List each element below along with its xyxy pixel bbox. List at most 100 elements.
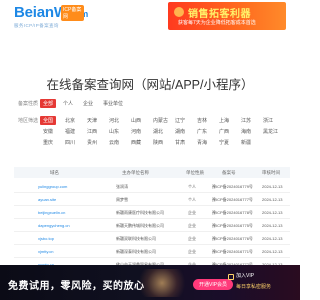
region-filter-label: 地区筛选 bbox=[18, 118, 39, 124]
region-chip[interactable]: 陕西 bbox=[150, 138, 166, 147]
row-type: 个人 bbox=[188, 197, 196, 202]
region-chip[interactable]: 云南 bbox=[106, 138, 122, 147]
table-row[interactable]: xjmtty.cn 新疆深泰科技有限公司 企业 豫ICP备2024016771号 202… bbox=[14, 245, 290, 258]
logo-subtitle: 服务ICP/IP备案查询 bbox=[14, 23, 59, 28]
region-chip[interactable]: 福建 bbox=[62, 127, 78, 136]
table-row[interactable]: beijingxuelin.cn 新疆雨康医疗科技有限公司 企业 豫ICP备20240… bbox=[14, 206, 290, 219]
type-chip-institution[interactable]: 事业单位 bbox=[100, 99, 126, 108]
table-row[interactable]: xjsbo.top 新疆双联科技有限公司 企业 豫ICP备2024016776号 202… bbox=[14, 232, 290, 245]
row-icp: 豫ICP备2024016778号 bbox=[212, 210, 253, 215]
type-chip-personal[interactable]: 个人 bbox=[60, 99, 76, 108]
type-filter-label: 备案性质 bbox=[18, 101, 39, 107]
row-name: 新疆深泰科技有限公司 bbox=[116, 249, 156, 254]
region-chip[interactable]: 安徽 bbox=[40, 127, 56, 136]
top-banner-ad[interactable]: 销售拓客利器 获客每7天为企业降低拓客成本首选 bbox=[168, 2, 286, 30]
row-time: 2024-12-13 bbox=[262, 210, 283, 215]
row-domain[interactable]: xjmtty.cn bbox=[38, 249, 53, 254]
col-domain: 域名 bbox=[50, 170, 59, 175]
logo[interactable]: BeianW.com ICP备案网 服务ICP/IP备案查询 bbox=[14, 4, 88, 32]
region-chip[interactable]: 浙江 bbox=[260, 116, 276, 125]
type-chip-enterprise[interactable]: 企业 bbox=[80, 99, 96, 108]
region-chip[interactable]: 内蒙古 bbox=[150, 116, 171, 125]
region-chip[interactable]: 河南 bbox=[128, 127, 144, 136]
vip-button[interactable]: 开通VIP会员 bbox=[193, 279, 234, 290]
row-name: 新疆双联科技有限公司 bbox=[116, 236, 156, 241]
row-time: 2024-12-13 bbox=[262, 223, 283, 228]
region-chip[interactable]: 吉林 bbox=[194, 116, 210, 125]
row-time: 2024-12-13 bbox=[262, 197, 283, 202]
row-time: 2024-12-13 bbox=[262, 249, 283, 254]
region-chip[interactable]: 河北 bbox=[106, 116, 122, 125]
region-chip[interactable]: 北京 bbox=[62, 116, 78, 125]
region-chip[interactable]: 贵州 bbox=[84, 138, 100, 147]
region-chip[interactable]: 青海 bbox=[194, 138, 210, 147]
region-chip[interactable]: 江西 bbox=[84, 127, 100, 136]
page-title: 在线备案查询网（网站/APP/小程序） bbox=[46, 78, 254, 92]
row-icp: 豫ICP备2024016775号 bbox=[212, 223, 253, 228]
header: BeianW.com ICP备案网 服务ICP/IP备案查询 销售拓客利器 获客… bbox=[0, 0, 300, 36]
row-type: 企业 bbox=[188, 236, 196, 241]
row-domain[interactable]: dapengycheng.cn bbox=[38, 223, 70, 228]
row-domain[interactable]: yulinggroup.com bbox=[38, 184, 67, 189]
top-banner-title: 销售拓客利器 bbox=[188, 9, 251, 20]
row-domain[interactable]: ayuan.site bbox=[38, 197, 56, 202]
banner-deco-icon bbox=[174, 7, 184, 17]
region-chip[interactable]: 重庆 bbox=[40, 138, 56, 147]
region-chip[interactable]: 山西 bbox=[128, 116, 144, 125]
vip-promo-line2: 每日享私密服务 bbox=[236, 284, 272, 290]
region-chip[interactable]: 广西 bbox=[216, 127, 232, 136]
top-banner-subtitle: 获客每7天为企业降低拓客成本首选 bbox=[178, 20, 256, 26]
region-chip[interactable]: 湖北 bbox=[150, 127, 166, 136]
type-chip-all[interactable]: 全部 bbox=[40, 99, 57, 108]
page: BeianW.com ICP备案网 服务ICP/IP备案查询 销售拓客利器 获客… bbox=[0, 0, 300, 300]
table-row[interactable]: ayuan.site 周梦雪 个人 豫ICP备2024016777号 2024-12-1… bbox=[14, 193, 290, 206]
col-time: 审核时间 bbox=[262, 170, 280, 175]
row-time: 2024-12-13 bbox=[262, 236, 283, 241]
row-icp: 豫ICP备2024016776号 bbox=[212, 236, 253, 241]
region-chip[interactable]: 宁夏 bbox=[216, 138, 232, 147]
row-icp: 豫ICP备2024016777号 bbox=[212, 197, 253, 202]
region-chip[interactable]: 甘肃 bbox=[172, 138, 188, 147]
region-chip[interactable]: 西藏 bbox=[128, 138, 144, 147]
region-chip[interactable]: 湖南 bbox=[172, 127, 188, 136]
vip-promo: 加入VIP 每日享私密服务 bbox=[236, 272, 271, 290]
row-type: 企业 bbox=[188, 210, 196, 215]
row-domain[interactable]: xjsbo.top bbox=[38, 236, 54, 241]
bottom-ad-banner[interactable]: 免费试用，零风险，买的放心 开通VIP会员 加入VIP 每日享私密服务 bbox=[0, 265, 300, 300]
vip-promo-line1: 加入VIP bbox=[236, 273, 255, 279]
row-name: 新疆天鹏伟城科技有限公司 bbox=[116, 223, 164, 228]
region-chip[interactable]: 上海 bbox=[216, 116, 232, 125]
table-header: 域名 主办单位名称 单位性质 备案号 审核时间 bbox=[14, 167, 290, 178]
type-filter: 备案性质 全部 个人 企业 事业单位 bbox=[18, 99, 130, 108]
region-chip[interactable]: 江苏 bbox=[238, 116, 254, 125]
table-row[interactable]: yulinggroup.com 张润涛 个人 豫ICP备2024016779号 2024… bbox=[14, 180, 290, 193]
row-type: 企业 bbox=[188, 223, 196, 228]
row-time: 2024-12-13 bbox=[262, 184, 283, 189]
row-icp: 豫ICP备2024016771号 bbox=[212, 249, 253, 254]
region-filter-label-row: 地区筛选 bbox=[18, 117, 40, 124]
region-chip[interactable]: 新疆 bbox=[238, 138, 254, 147]
region-chip[interactable]: 黑龙江 bbox=[260, 127, 281, 136]
col-icp: 备案号 bbox=[222, 170, 236, 175]
burst-decoration bbox=[132, 269, 192, 297]
table-row[interactable]: dapengycheng.cn 新疆天鹏伟城科技有限公司 企业 豫ICP备202401… bbox=[14, 219, 290, 232]
region-chip[interactable]: 全国 bbox=[40, 116, 57, 125]
region-chip[interactable]: 广东 bbox=[194, 127, 210, 136]
row-domain[interactable]: beijingxuelin.cn bbox=[38, 210, 65, 215]
region-chip[interactable]: 天津 bbox=[84, 116, 100, 125]
vip-icon bbox=[228, 274, 234, 280]
row-type: 企业 bbox=[188, 249, 196, 254]
row-name: 周梦雪 bbox=[116, 197, 128, 202]
bottom-ad-text: 免费试用，零风险，买的放心 bbox=[8, 281, 145, 292]
region-chip[interactable]: 山东 bbox=[106, 127, 122, 136]
row-icp: 豫ICP备2024016779号 bbox=[212, 184, 253, 189]
logo-tag: ICP备案网 bbox=[61, 5, 84, 21]
col-name: 主办单位名称 bbox=[122, 170, 149, 175]
row-name: 张润涛 bbox=[116, 184, 128, 189]
row-name: 新疆雨康医疗科技有限公司 bbox=[116, 210, 164, 215]
col-type: 单位性质 bbox=[186, 170, 204, 175]
region-chip[interactable]: 四川 bbox=[62, 138, 78, 147]
row-type: 个人 bbox=[188, 184, 196, 189]
region-chip[interactable]: 辽宁 bbox=[172, 116, 188, 125]
region-chip[interactable]: 海南 bbox=[238, 127, 254, 136]
